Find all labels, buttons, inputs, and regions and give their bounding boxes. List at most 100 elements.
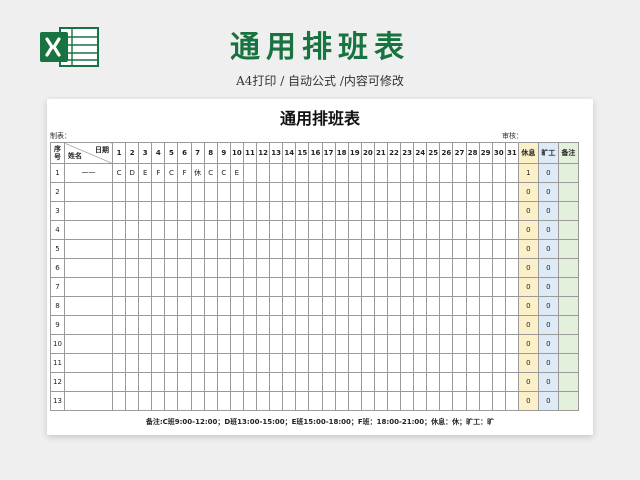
shift-cell[interactable]: C	[164, 163, 179, 183]
note-cell[interactable]	[557, 315, 579, 335]
shift-cell[interactable]	[439, 296, 454, 316]
shift-cell[interactable]	[282, 353, 297, 373]
shift-cell[interactable]	[439, 182, 454, 202]
shift-cell[interactable]	[256, 315, 271, 335]
shift-cell[interactable]	[269, 296, 284, 316]
shift-cell[interactable]	[256, 296, 271, 316]
shift-cell[interactable]	[504, 372, 519, 392]
shift-cell[interactable]	[242, 201, 258, 221]
shift-cell[interactable]	[465, 163, 480, 183]
shift-cell[interactable]	[177, 201, 192, 221]
shift-cell[interactable]	[177, 296, 192, 316]
shift-cell[interactable]	[504, 239, 519, 259]
shift-cell[interactable]	[400, 163, 415, 183]
shift-cell[interactable]	[426, 239, 441, 259]
shift-cell[interactable]	[400, 201, 415, 221]
shift-cell[interactable]	[491, 334, 506, 354]
shift-cell[interactable]	[321, 315, 336, 335]
shift-cell[interactable]	[334, 334, 349, 354]
shift-cell[interactable]	[229, 201, 244, 221]
shift-cell[interactable]	[256, 163, 271, 183]
note-cell[interactable]	[557, 201, 579, 221]
shift-cell[interactable]	[151, 353, 166, 373]
shift-cell[interactable]	[256, 372, 271, 392]
shift-cell[interactable]	[190, 372, 205, 392]
shift-cell[interactable]	[269, 182, 284, 202]
shift-cell[interactable]	[452, 201, 467, 221]
shift-cell[interactable]: 休	[190, 163, 205, 183]
note-cell[interactable]	[557, 372, 579, 392]
shift-cell[interactable]	[229, 372, 244, 392]
employee-name-cell[interactable]	[64, 353, 113, 373]
note-cell[interactable]	[557, 239, 579, 259]
shift-cell[interactable]	[216, 182, 231, 202]
shift-cell[interactable]	[190, 239, 205, 259]
shift-cell[interactable]	[386, 163, 402, 183]
shift-cell[interactable]	[360, 182, 375, 202]
shift-cell[interactable]	[478, 353, 493, 373]
shift-cell[interactable]	[125, 182, 140, 202]
shift-cell[interactable]	[125, 201, 140, 221]
shift-cell[interactable]	[177, 182, 192, 202]
shift-cell[interactable]	[504, 353, 519, 373]
employee-name-cell[interactable]	[64, 391, 113, 411]
shift-cell[interactable]	[308, 163, 323, 183]
shift-cell[interactable]	[203, 258, 218, 278]
shift-cell[interactable]	[295, 201, 310, 221]
shift-cell[interactable]	[111, 239, 127, 259]
shift-cell[interactable]	[491, 296, 506, 316]
shift-cell[interactable]	[190, 277, 205, 297]
shift-cell[interactable]	[439, 201, 454, 221]
shift-cell[interactable]	[111, 277, 127, 297]
shift-cell[interactable]	[308, 182, 323, 202]
shift-cell[interactable]	[125, 296, 140, 316]
shift-cell[interactable]	[295, 353, 310, 373]
shift-cell[interactable]	[125, 277, 140, 297]
shift-cell[interactable]	[256, 182, 271, 202]
shift-cell[interactable]	[386, 239, 402, 259]
shift-cell[interactable]	[151, 372, 166, 392]
shift-cell[interactable]	[439, 258, 454, 278]
shift-cell[interactable]	[347, 315, 362, 335]
shift-cell[interactable]	[334, 296, 349, 316]
shift-cell[interactable]	[347, 163, 362, 183]
shift-cell[interactable]	[400, 372, 415, 392]
shift-cell[interactable]	[347, 391, 362, 411]
shift-cell[interactable]	[465, 258, 480, 278]
shift-cell[interactable]	[504, 182, 519, 202]
shift-cell[interactable]	[295, 182, 310, 202]
shift-cell[interactable]	[229, 239, 244, 259]
shift-cell[interactable]	[334, 391, 349, 411]
shift-cell[interactable]	[164, 239, 179, 259]
shift-cell[interactable]	[439, 277, 454, 297]
shift-cell[interactable]	[203, 182, 218, 202]
shift-cell[interactable]	[452, 277, 467, 297]
shift-cell[interactable]	[269, 353, 284, 373]
shift-cell[interactable]	[373, 277, 388, 297]
shift-cell[interactable]	[151, 315, 166, 335]
shift-cell[interactable]	[269, 315, 284, 335]
note-cell[interactable]	[557, 163, 579, 183]
shift-cell[interactable]	[282, 334, 297, 354]
shift-cell[interactable]: E	[229, 163, 244, 183]
shift-cell[interactable]	[334, 372, 349, 392]
shift-cell[interactable]	[229, 182, 244, 202]
shift-cell[interactable]	[400, 182, 415, 202]
shift-cell[interactable]	[308, 334, 323, 354]
shift-cell[interactable]	[125, 258, 140, 278]
shift-cell[interactable]	[229, 334, 244, 354]
shift-cell[interactable]	[360, 277, 375, 297]
shift-cell[interactable]	[256, 391, 271, 411]
shift-cell[interactable]	[229, 315, 244, 335]
shift-cell[interactable]	[426, 182, 441, 202]
shift-cell[interactable]	[216, 296, 231, 316]
shift-cell[interactable]	[400, 353, 415, 373]
shift-cell[interactable]	[347, 334, 362, 354]
shift-cell[interactable]	[295, 277, 310, 297]
shift-cell[interactable]	[478, 239, 493, 259]
shift-cell[interactable]	[347, 277, 362, 297]
shift-cell[interactable]	[190, 296, 205, 316]
shift-cell[interactable]	[125, 353, 140, 373]
employee-name-cell[interactable]	[64, 220, 113, 240]
shift-cell[interactable]	[164, 220, 179, 240]
